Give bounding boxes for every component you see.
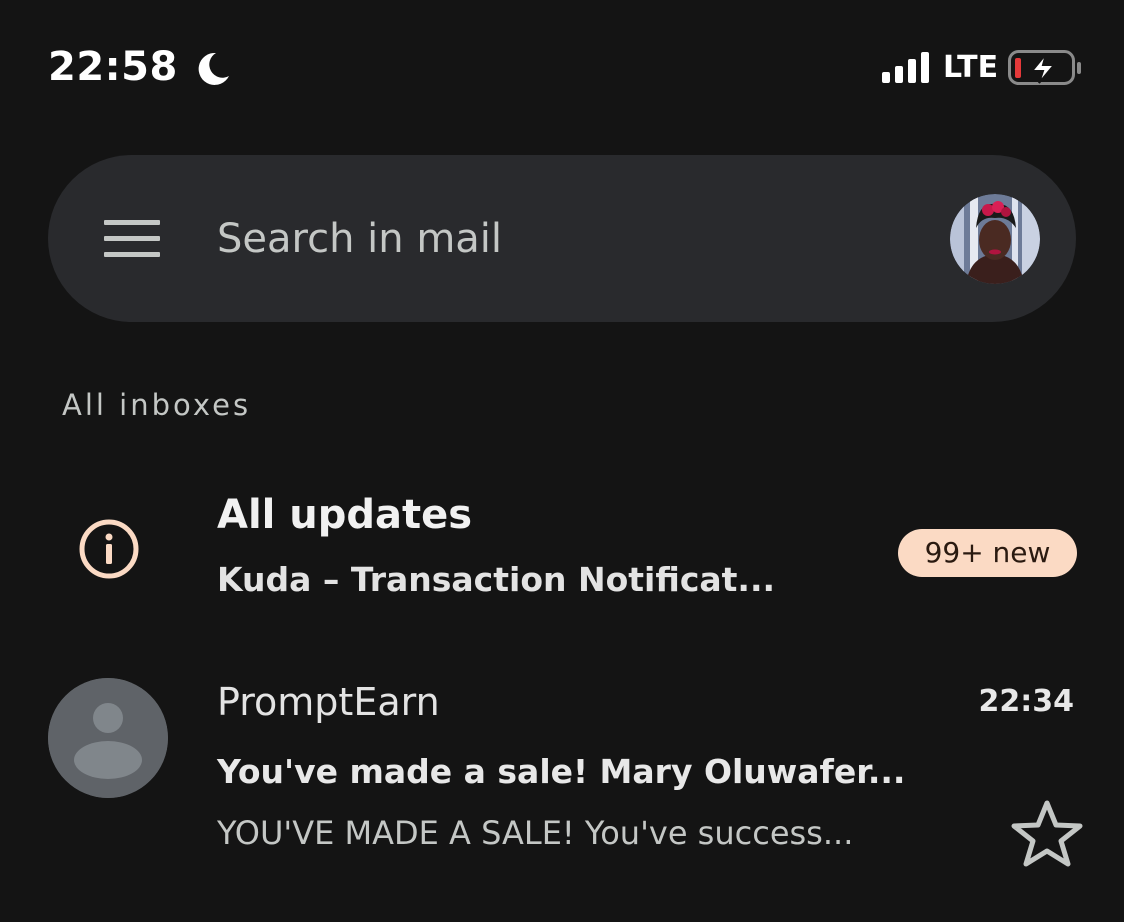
network-type: LTE [943,50,999,85]
updates-snippet: Kuda – Transaction Notificat... [217,560,776,599]
avatar[interactable] [950,194,1040,284]
inbox-screen: 22:58 LTE Search in mail All inboxes All… [0,0,1124,922]
section-label: All inboxes [62,388,252,422]
email-preview: YOU'VE MADE A SALE! You've success... [217,814,854,852]
status-time: 22:58 [48,44,178,90]
email-subject: You've made a sale! Mary Oluwafer... [217,752,906,791]
info-icon [79,519,139,579]
email-time: 22:34 [978,684,1075,719]
menu-icon[interactable] [104,220,160,258]
updates-title: All updates [217,492,473,538]
default-avatar-icon [48,678,168,798]
new-count-badge: 99+ new [898,529,1077,577]
star-icon[interactable] [1010,798,1084,868]
sender-name: PromptEarn [217,680,440,724]
battery-charging-icon [1008,50,1081,85]
search-input[interactable] [217,212,817,266]
signal-icon [882,52,929,83]
moon-icon [198,52,229,85]
